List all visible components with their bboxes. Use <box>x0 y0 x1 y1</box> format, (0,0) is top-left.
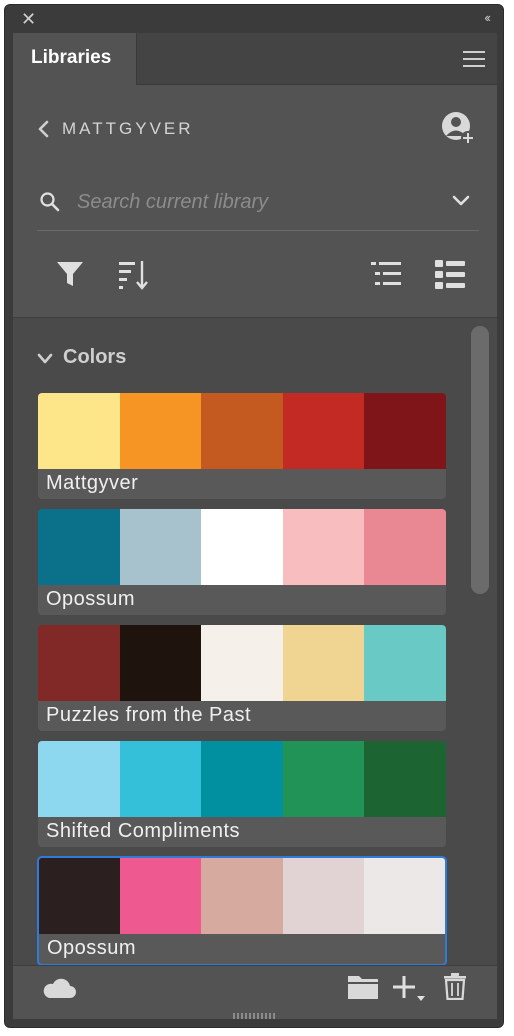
trash-icon[interactable] <box>443 972 467 1000</box>
color-swatch[interactable] <box>38 393 120 469</box>
theme-name: Mattgyver <box>46 472 139 494</box>
color-swatch[interactable] <box>119 625 202 701</box>
tab-libraries[interactable]: Libraries <box>13 33 137 85</box>
color-swatch[interactable] <box>364 625 446 701</box>
color-swatch[interactable] <box>282 858 364 934</box>
color-swatch[interactable] <box>201 625 283 701</box>
library-toolbar <box>13 243 497 309</box>
theme-name: Opossum <box>46 588 136 610</box>
title-bar: ✕ ‹‹ <box>5 5 503 33</box>
color-swatches <box>38 393 446 469</box>
color-swatches <box>39 858 445 934</box>
color-theme-card[interactable]: Opossum <box>37 508 447 616</box>
color-swatch[interactable] <box>364 393 446 469</box>
theme-name: Opossum <box>47 937 137 959</box>
hamburger-menu-icon[interactable] <box>463 51 485 67</box>
scrollbar[interactable] <box>471 326 489 594</box>
chevron-down-icon[interactable] <box>451 193 471 209</box>
color-swatch[interactable] <box>201 741 283 817</box>
color-swatch[interactable] <box>39 858 121 934</box>
color-swatch[interactable] <box>38 625 120 701</box>
cloud-sync-icon[interactable] <box>41 976 77 1000</box>
search-input[interactable] <box>77 187 417 217</box>
folder-icon[interactable] <box>347 972 379 1000</box>
library-content: Colors Mattgyver Opossum Puzzles from the … <box>13 317 497 965</box>
library-name[interactable]: MATTGYVER <box>62 119 194 139</box>
panel-window: ✕ ‹‹ Libraries MATTGYVER Search current … <box>4 4 504 1028</box>
grid-list-view-icon[interactable] <box>433 257 467 291</box>
color-swatch[interactable] <box>38 741 120 817</box>
chevron-left-icon[interactable] <box>37 119 51 139</box>
tab-bar: Libraries <box>13 33 497 85</box>
color-swatch[interactable] <box>119 393 202 469</box>
list-view-icon[interactable] <box>369 257 403 291</box>
color-theme-card[interactable]: Puzzles from the Past <box>37 624 447 732</box>
filter-icon[interactable] <box>53 257 87 291</box>
color-swatch[interactable] <box>201 858 283 934</box>
color-swatch[interactable] <box>364 509 446 585</box>
color-swatch[interactable] <box>363 858 445 934</box>
color-swatches <box>38 509 446 585</box>
bottom-bar <box>13 965 497 1011</box>
libraries-panel: Libraries MATTGYVER Search current libra… <box>13 33 497 1019</box>
resize-grip[interactable] <box>233 1013 277 1019</box>
color-swatch[interactable] <box>120 858 202 934</box>
sort-icon[interactable] <box>117 257 151 291</box>
color-swatch[interactable] <box>282 509 365 585</box>
collapse-panel-icon[interactable]: ‹‹ <box>484 10 491 25</box>
section-title: Colors <box>63 346 127 368</box>
library-header: MATTGYVER <box>37 112 477 151</box>
color-swatch[interactable] <box>364 741 446 817</box>
color-swatches <box>38 625 446 701</box>
color-swatch[interactable] <box>38 509 120 585</box>
color-swatches <box>38 741 446 817</box>
color-theme-card[interactable]: Opossum <box>37 856 447 965</box>
color-theme-card[interactable]: Mattgyver <box>37 392 447 500</box>
color-theme-card[interactable]: Shifted Compliments <box>37 740 447 848</box>
color-swatch[interactable] <box>201 509 283 585</box>
close-icon[interactable]: ✕ <box>21 9 36 29</box>
add-plus-icon[interactable] <box>391 972 425 1002</box>
add-person-icon[interactable] <box>441 111 477 147</box>
color-swatch[interactable] <box>282 741 365 817</box>
color-swatch[interactable] <box>282 393 365 469</box>
color-swatch[interactable] <box>119 509 202 585</box>
theme-name: Puzzles from the Past <box>46 704 252 726</box>
theme-name: Shifted Compliments <box>46 820 241 842</box>
color-swatch[interactable] <box>201 393 283 469</box>
color-swatch[interactable] <box>119 741 202 817</box>
color-swatch[interactable] <box>282 625 365 701</box>
chevron-down-icon[interactable] <box>37 352 53 366</box>
search-bar <box>37 181 479 231</box>
search-icon <box>40 192 60 212</box>
